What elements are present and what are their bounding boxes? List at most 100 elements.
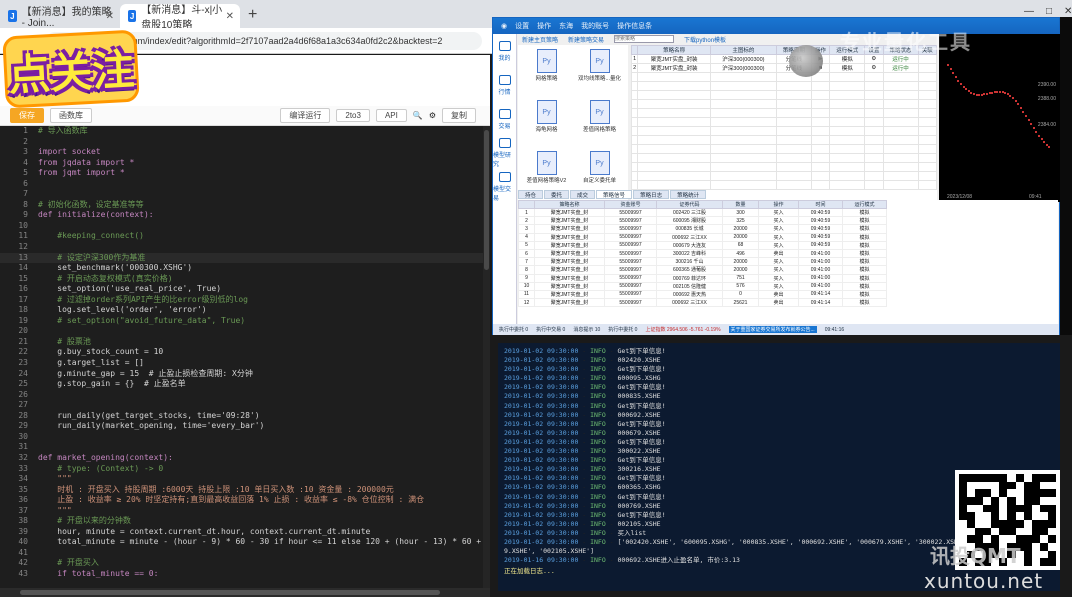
table-cell: [637, 72, 711, 82]
table-cell: [810, 90, 831, 100]
table-row[interactable]: 5 聚宽JMT实盘_封 55009997 000679 大连友 68 买入 09:40:59…: [518, 240, 887, 250]
python-file-icon: Py: [589, 100, 610, 124]
table-row[interactable]: 3 聚宽JMT实盘_封 55009997 000835 长城 20000 买入 09:40:…: [518, 224, 887, 234]
table-cell: [917, 162, 938, 172]
api-button[interactable]: API: [375, 109, 407, 122]
table-row[interactable]: 6 聚宽JMT实盘_封 55009997 300022 吉峰科 496 卖出 09:41:0…: [518, 248, 887, 259]
code-line: 42 # 开盘买入: [0, 558, 490, 569]
compile-button[interactable]: 编译运行: [280, 108, 331, 123]
code-editor[interactable]: 1 # 导入函数库 2 3 import socket 4 from jqdata impo…: [0, 126, 490, 592]
code-line: 14 set_benchmark('000300.XSHG'): [0, 263, 490, 274]
table-cell: 09:40:59: [798, 240, 843, 250]
new-home-strategy-link[interactable]: 新建主页策略: [522, 35, 558, 44]
search-icon[interactable]: 🔍: [413, 111, 423, 120]
strategy-file[interactable]: Py 差值网格策略: [575, 100, 624, 145]
code-text: #keeping_connect(): [38, 231, 144, 241]
gear-icon[interactable]: ⚙: [429, 111, 436, 120]
new-strategy-trade-link[interactable]: 新建策略交易: [568, 35, 604, 44]
table-cell: 09:40:59: [798, 207, 843, 218]
strategy-search-input[interactable]: [614, 35, 675, 43]
log-sep: -: [605, 347, 618, 355]
new-tab-button[interactable]: +: [248, 6, 257, 28]
log-date: 2019-01-02 09:30:00: [504, 428, 579, 437]
terminal-menu-item[interactable]: 我的账号: [581, 21, 609, 31]
sidebar-item[interactable]: 模型交易: [493, 170, 516, 204]
tab-策略日志[interactable]: 策略日志: [633, 190, 670, 199]
python-template-link[interactable]: 下载python模板: [684, 35, 726, 44]
table-cell: 买入: [758, 216, 799, 226]
log-level: INFO: [590, 347, 606, 355]
sidebar-item[interactable]: 我的: [493, 34, 516, 68]
table-cell: [810, 162, 831, 172]
strategy-file[interactable]: Py 网格策略: [522, 49, 571, 94]
tab-委托[interactable]: 委托: [544, 190, 570, 199]
close-tab-icon[interactable]: ✕: [226, 11, 234, 22]
order-subtabs: 持仓 委托 成交 策略信号 策略日志 策略统计: [518, 190, 1058, 199]
terminal-menu-item[interactable]: 操作信息条: [617, 21, 652, 31]
log-date: 2019-01-02 09:30:00: [504, 347, 579, 355]
terminal-menu-item[interactable]: 操作: [537, 21, 551, 31]
table-cell: [810, 81, 831, 91]
table-cell: [864, 108, 884, 118]
save-button[interactable]: 保存: [10, 108, 44, 123]
tab-策略信号[interactable]: 策略信号: [596, 190, 633, 199]
line-number: 17: [18, 294, 28, 304]
2to3-button[interactable]: 2to3: [336, 109, 370, 122]
sidebar-item[interactable]: 行情: [493, 68, 516, 102]
sidebar-icon: [498, 74, 511, 85]
line-number: 10: [18, 220, 28, 230]
table-row[interactable]: 10 聚宽JMT实盘_封 55009997 002105 信隆健 576 买入 09:41:…: [518, 281, 887, 291]
log-sep: -: [605, 465, 618, 474]
terminal-menu-item[interactable]: 东海: [559, 21, 573, 31]
editor-vertical-scrollbar[interactable]: [483, 126, 490, 588]
tab-策略统计[interactable]: 策略统计: [670, 190, 707, 199]
table-row[interactable]: 7 聚宽JMT实盘_封 55009997 300216 千山 20000 买入 09:41:…: [518, 257, 887, 267]
table-cell: 300022 吉峰科: [656, 248, 723, 259]
column-header: 主图标的: [709, 45, 777, 55]
log-date: 2019-01-02 09:30:00: [504, 528, 579, 537]
log-sep: -: [578, 537, 591, 546]
table-row[interactable]: 11 聚宽JMT实盘_封 55009997 000692 惠天热 0 卖出 09:41:14…: [518, 289, 887, 300]
tab-成交[interactable]: 成交: [570, 190, 596, 199]
strategy-file[interactable]: Py 双均线策略...量化: [575, 49, 624, 94]
minimize-button[interactable]: —: [1024, 6, 1034, 17]
log-sep: -: [605, 374, 618, 383]
table-row[interactable]: 1聚宽JMT实盘_封装沪深300(000300)分笔线▶模拟⚙运行中: [630, 54, 938, 64]
sidebar-item[interactable]: 交易: [493, 102, 516, 136]
copy-button[interactable]: 复制: [442, 108, 476, 123]
code-text: set_option('use_real_price', True): [38, 284, 222, 294]
table-cell: [775, 144, 812, 154]
browser-tab-1[interactable]: J 【新消息】我的策略 - Join... ✕: [0, 4, 120, 29]
line-number: 9: [23, 210, 28, 220]
log-date: 2019-01-16 09:30:00: [504, 556, 579, 565]
table-row[interactable]: 9 聚宽JMT实盘_封 55009997 000769 菲达环 751 买入 09:41:0…: [518, 273, 887, 283]
column-header: 策略名称: [637, 45, 711, 55]
table-row[interactable]: 1 聚宽JMT实盘_封 55009997 002420 三江股 300 买入 09:40:5…: [518, 207, 887, 218]
strategy-file[interactable]: Py 海龟网格: [522, 100, 571, 145]
table-row[interactable]: 12 聚宽JMT实盘_封 55009997 000692 三江XX 25621 卖出 09:…: [518, 298, 887, 308]
table-cell: 聚宽JMT实盘_封: [534, 224, 605, 234]
table-cell: [775, 117, 812, 127]
close-tab-icon[interactable]: ✕: [106, 11, 114, 22]
tab-持仓[interactable]: 持仓: [518, 190, 544, 199]
table-cell: 55009997: [604, 281, 657, 291]
table-row[interactable]: 2聚宽JMT实盘_封装沪深300(000300)分笔线■模拟⚙运行中: [630, 63, 938, 73]
maximize-button[interactable]: □: [1046, 6, 1052, 17]
sidebar-icon: [498, 40, 511, 51]
table-cell: 002105 信隆健: [656, 281, 723, 291]
terminal-menu-item[interactable]: 设置: [515, 21, 529, 31]
table-row[interactable]: 8 聚宽JMT实盘_封 55009997 600365 通葡股 20000 买入 09:41…: [518, 265, 887, 275]
sidebar-item[interactable]: 模型研究: [493, 136, 516, 170]
code-line: 5 from jqmt import *: [0, 168, 490, 179]
library-button[interactable]: 函数库: [50, 108, 92, 123]
table-cell: 2: [518, 216, 535, 226]
close-window-button[interactable]: ✕: [1064, 6, 1072, 17]
browser-tab-2[interactable]: J 【新消息】斗-x|小盘股10策略 ✕: [120, 4, 240, 31]
table-cell: 55009997: [604, 232, 657, 242]
table-row[interactable]: 2 聚宽JMT实盘_封 55009997 600095 湘财股 325 买入 09:40:5…: [518, 216, 887, 226]
editor-horizontal-scrollbar[interactable]: [0, 588, 490, 597]
table-cell: [917, 63, 938, 73]
table-cell: 模拟: [842, 207, 887, 218]
table-row[interactable]: 4 聚宽JMT实盘_封 55009997 000692 三江XX 20000 买入 09:4…: [518, 232, 887, 242]
log-date: 2019-01-02 09:30:00: [504, 456, 579, 465]
